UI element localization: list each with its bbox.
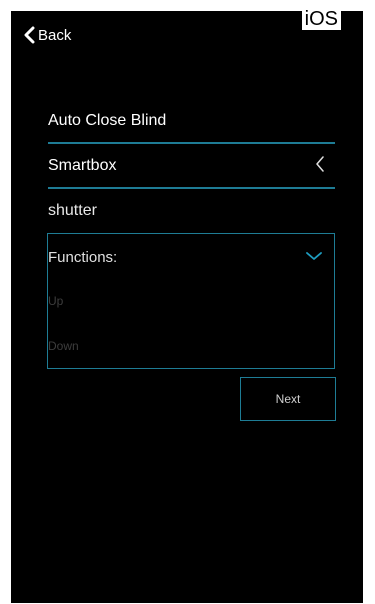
app-screen: Back Auto Close Blind Smartbox shutter F… (11, 11, 363, 603)
chevron-left-icon (315, 155, 325, 177)
next-button[interactable]: Next (240, 377, 336, 421)
functions-label: Functions: (48, 248, 118, 266)
chevron-down-icon (306, 248, 322, 266)
back-button[interactable]: Back (23, 26, 71, 44)
functions-header[interactable]: Functions: (48, 248, 334, 266)
device-value: Smartbox (48, 157, 117, 174)
function-option-down[interactable]: Down (48, 339, 79, 353)
chevron-left-icon (23, 26, 35, 44)
back-label: Back (38, 26, 72, 44)
functions-dropdown: Functions: Up Down (47, 233, 335, 369)
name-value: Auto Close Blind (48, 112, 167, 129)
function-option-up[interactable]: Up (48, 294, 63, 308)
platform-label: iOS (301, 8, 341, 30)
name-field[interactable]: Auto Close Blind (48, 100, 335, 144)
device-selector[interactable]: Smartbox (48, 145, 335, 189)
type-text: shutter (48, 202, 97, 219)
